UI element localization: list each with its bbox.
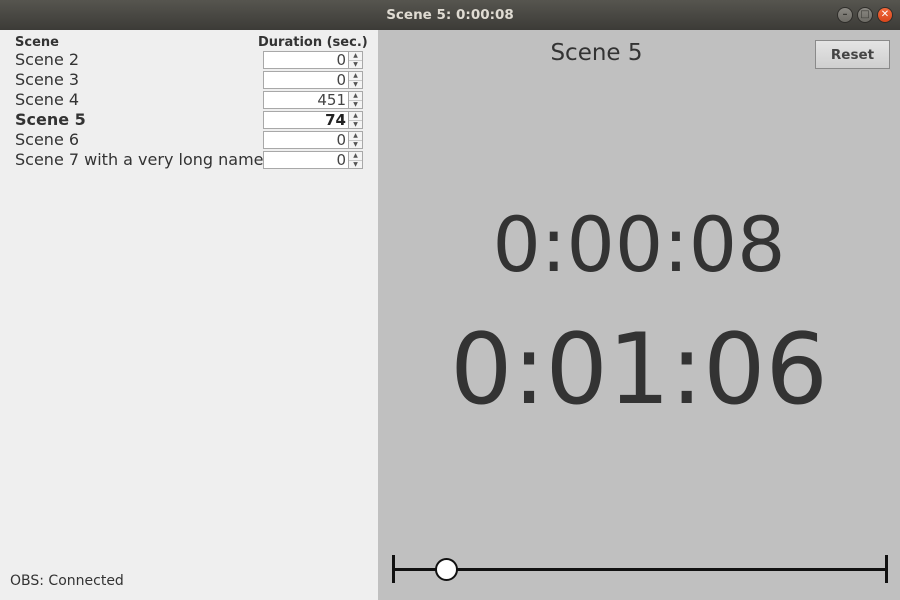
spin-down-icon[interactable]: ▼	[349, 159, 362, 168]
slider-start-tick	[392, 555, 395, 583]
spin-buttons: ▲ ▼	[348, 52, 362, 68]
scene-name: Scene 2	[15, 50, 80, 69]
timer-panel: Scene 5 Reset 0:00:08 0:01:06	[378, 30, 900, 600]
connection-status: OBS: Connected	[10, 573, 124, 589]
slider-end-tick	[885, 555, 888, 583]
spin-up-icon[interactable]: ▲	[349, 152, 362, 160]
progress-slider[interactable]	[392, 552, 888, 586]
slider-track	[392, 568, 888, 571]
scene-name: Scene 5	[15, 110, 86, 129]
scene-row[interactable]: Scene 5 ▲▼	[0, 110, 378, 130]
scene-name: Scene 3	[15, 70, 80, 89]
spin-down-icon[interactable]: ▼	[349, 59, 362, 68]
scene-row[interactable]: Scene 2 ▲▼	[0, 50, 378, 70]
spin-buttons: ▲ ▼	[348, 112, 362, 128]
scene-row[interactable]: Scene 3 ▲▼	[0, 70, 378, 90]
minimize-icon[interactable]: –	[837, 7, 853, 23]
duration-input[interactable]	[264, 152, 348, 168]
scene-list-panel: Scene Duration (sec.) Scene 2▲▼Scene 3▲▼…	[0, 30, 378, 600]
spin-up-icon[interactable]: ▲	[349, 52, 362, 60]
column-header-duration: Duration (sec.)	[258, 35, 368, 50]
total-time: 0:01:06	[450, 313, 828, 427]
scene-name: Scene 4	[15, 90, 80, 109]
spin-up-icon[interactable]: ▲	[349, 132, 362, 140]
scene-name: Scene 7 with a very long name	[15, 150, 264, 169]
reset-button[interactable]: Reset	[815, 40, 890, 69]
scene-row[interactable]: Scene 6 ▲▼	[0, 130, 378, 150]
spin-up-icon[interactable]: ▲	[349, 92, 362, 100]
close-icon[interactable]: ✕	[877, 7, 893, 23]
spin-up-icon[interactable]: ▲	[349, 72, 362, 80]
duration-spinbox[interactable]: ▲▼	[263, 131, 363, 149]
spin-buttons: ▲ ▼	[348, 72, 362, 88]
duration-spinbox[interactable]: ▲▼	[263, 91, 363, 109]
slider-handle[interactable]	[434, 558, 458, 581]
window-controls: – □ ✕	[837, 7, 893, 23]
spin-buttons: ▲ ▼	[348, 152, 362, 168]
maximize-icon[interactable]: □	[857, 7, 873, 23]
duration-spinbox[interactable]: ▲▼	[263, 71, 363, 89]
duration-input[interactable]	[264, 52, 348, 68]
duration-spinbox[interactable]: ▲▼	[263, 111, 363, 129]
duration-spinbox[interactable]: ▲▼	[263, 51, 363, 69]
window-title: Scene 5: 0:00:08	[386, 7, 514, 23]
elapsed-time: 0:00:08	[492, 200, 786, 289]
duration-input[interactable]	[264, 112, 348, 128]
duration-input[interactable]	[264, 132, 348, 148]
spin-down-icon[interactable]: ▼	[349, 139, 362, 148]
scene-row[interactable]: Scene 7 with a very long name ▲▼	[0, 150, 378, 170]
duration-spinbox[interactable]: ▲▼	[263, 151, 363, 169]
spin-up-icon[interactable]: ▲	[349, 112, 362, 120]
window-titlebar: Scene 5: 0:00:08 – □ ✕	[0, 0, 900, 30]
spin-down-icon[interactable]: ▼	[349, 119, 362, 128]
spin-buttons: ▲ ▼	[348, 92, 362, 108]
current-scene-title: Scene 5	[550, 40, 643, 66]
scene-name: Scene 6	[15, 130, 80, 149]
spin-down-icon[interactable]: ▼	[349, 79, 362, 88]
duration-input[interactable]	[264, 92, 348, 108]
spin-buttons: ▲ ▼	[348, 132, 362, 148]
scene-row[interactable]: Scene 4 ▲▼	[0, 90, 378, 110]
duration-input[interactable]	[264, 72, 348, 88]
spin-down-icon[interactable]: ▼	[349, 99, 362, 108]
column-header-scene: Scene	[15, 35, 59, 50]
